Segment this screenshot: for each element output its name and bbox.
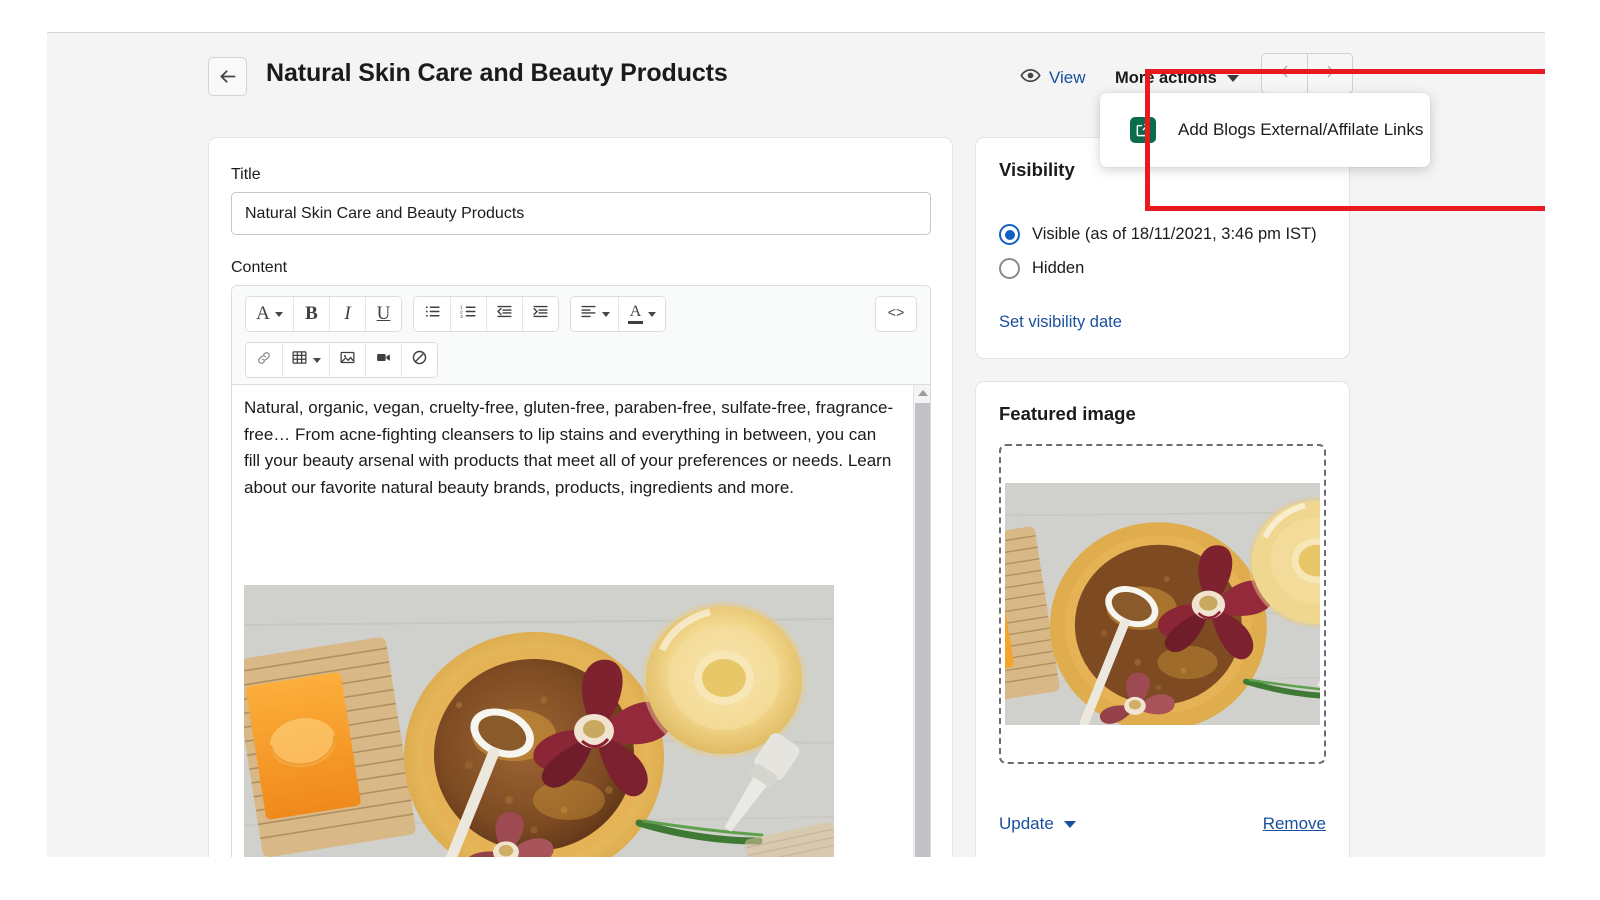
toolbar-group-lists: 1 2 3 [413, 296, 559, 332]
list-numbered-icon: 1 2 3 [460, 303, 477, 325]
underline-icon: U [377, 303, 391, 325]
scroll-up-icon[interactable] [918, 390, 928, 396]
screenshot-root: Natural Skin Care and Beauty Products Vi… [0, 0, 1600, 900]
title-field-label: Title [231, 166, 261, 184]
visibility-heading: Visibility [999, 159, 1075, 181]
indent-decrease-icon [496, 303, 513, 325]
update-featured-image-button[interactable]: Update [999, 814, 1076, 834]
scrollbar-thumb[interactable] [915, 403, 930, 857]
indent-increase-icon [532, 303, 549, 325]
insert-image-button[interactable] [329, 343, 365, 377]
chevron-down-icon [1064, 821, 1076, 828]
toolbar-group-text-format: A B I U [245, 296, 402, 332]
chevron-right-icon [1322, 63, 1339, 85]
eye-icon [1020, 65, 1041, 91]
spa-products-photo [244, 585, 834, 857]
radio-option-visible[interactable]: Visible (as of 18/11/2021, 3:46 pm IST) [999, 224, 1317, 245]
title-input[interactable] [231, 192, 931, 235]
previous-button[interactable] [1262, 54, 1307, 93]
editor-toolbar: A B I U [232, 286, 930, 385]
font-letter-icon: A [256, 303, 270, 325]
set-visibility-date-link[interactable]: Set visibility date [999, 313, 1122, 332]
editor-content-area[interactable]: Natural, organic, vegan, cruelty-free, g… [232, 385, 930, 857]
rich-text-editor: A B I U [231, 285, 931, 857]
remove-featured-image-link[interactable]: Remove [1263, 814, 1326, 834]
table-icon [291, 349, 308, 371]
list-bulleted-icon [424, 303, 441, 325]
editor-card: Title Content A B [208, 137, 953, 857]
decrease-indent-button[interactable] [486, 297, 522, 331]
spa-products-thumb [1005, 483, 1320, 725]
align-left-icon [580, 303, 597, 325]
radio-hidden-label: Hidden [1032, 259, 1084, 278]
chevron-down-icon [648, 312, 656, 317]
featured-image-card: Featured image [975, 381, 1350, 857]
featured-image-heading: Featured image [999, 403, 1136, 425]
radio-visible-label: Visible (as of 18/11/2021, 3:46 pm IST) [1032, 225, 1317, 244]
featured-image-dropzone[interactable] [999, 444, 1326, 764]
svg-text:3: 3 [460, 314, 463, 320]
view-button[interactable]: View [1020, 65, 1086, 91]
menu-item-add-blogs-external-affilate-links[interactable]: Add Blogs External/Affilate Links [1100, 99, 1430, 161]
insert-video-button[interactable] [365, 343, 401, 377]
more-actions-dropdown-menu: Add Blogs External/Affilate Links [1100, 93, 1430, 167]
prev-next-group [1261, 53, 1353, 94]
external-link-icon [1130, 117, 1156, 143]
text-color-dropdown[interactable]: A [618, 297, 665, 331]
video-icon [375, 349, 392, 371]
numbered-list-button[interactable]: 1 2 3 [450, 297, 486, 331]
insert-link-button[interactable] [246, 343, 282, 377]
font-style-dropdown[interactable]: A [246, 297, 293, 331]
chevron-down-icon [275, 312, 283, 317]
bold-icon: B [305, 303, 318, 325]
featured-image-thumbnail [1005, 483, 1320, 725]
radio-hidden-icon[interactable] [999, 258, 1020, 279]
more-actions-label: More actions [1115, 69, 1217, 88]
next-button[interactable] [1307, 54, 1352, 93]
toolbar-group-align-color: A [570, 296, 666, 332]
insert-table-dropdown[interactable] [282, 343, 329, 377]
editor-inline-image [244, 585, 834, 857]
source-code-button[interactable]: <> [875, 296, 917, 332]
update-label: Update [999, 814, 1054, 834]
more-actions-button[interactable]: More actions [1107, 61, 1247, 95]
italic-button[interactable]: I [329, 297, 365, 331]
bold-button[interactable]: B [293, 297, 329, 331]
page-header: Natural Skin Care and Beauty Products Vi… [47, 33, 1545, 127]
toolbar-row-1: A B I U [245, 296, 666, 332]
radio-option-hidden[interactable]: Hidden [999, 258, 1084, 279]
underline-button[interactable]: U [365, 297, 401, 331]
clear-formatting-button[interactable] [401, 343, 437, 377]
chevron-left-icon [1276, 63, 1293, 85]
image-icon [339, 349, 356, 371]
no-formatting-icon [411, 349, 428, 371]
toolbar-row-2 [245, 342, 438, 378]
text-color-icon: A [628, 304, 643, 324]
chevron-down-icon [1227, 75, 1239, 82]
italic-icon: I [344, 303, 350, 325]
arrow-left-icon [217, 66, 238, 87]
link-icon [256, 350, 272, 371]
app-viewport: Natural Skin Care and Beauty Products Vi… [47, 32, 1545, 857]
align-dropdown[interactable] [571, 297, 618, 331]
radio-visible-icon[interactable] [999, 224, 1020, 245]
bulleted-list-button[interactable] [414, 297, 450, 331]
editor-paragraph: Natural, organic, vegan, cruelty-free, g… [244, 395, 894, 501]
toolbar-group-insert [245, 342, 438, 378]
page-title: Natural Skin Care and Beauty Products [266, 59, 728, 88]
editor-scrollbar[interactable] [913, 385, 930, 857]
back-button[interactable] [208, 57, 247, 96]
chevron-down-icon [602, 312, 610, 317]
view-label: View [1049, 68, 1086, 88]
chevron-down-icon [313, 358, 321, 363]
visibility-card: Visibility Visible (as of 18/11/2021, 3:… [975, 137, 1350, 359]
menu-item-label: Add Blogs External/Affilate Links [1178, 120, 1423, 140]
content-field-label: Content [231, 259, 287, 277]
increase-indent-button[interactable] [522, 297, 558, 331]
